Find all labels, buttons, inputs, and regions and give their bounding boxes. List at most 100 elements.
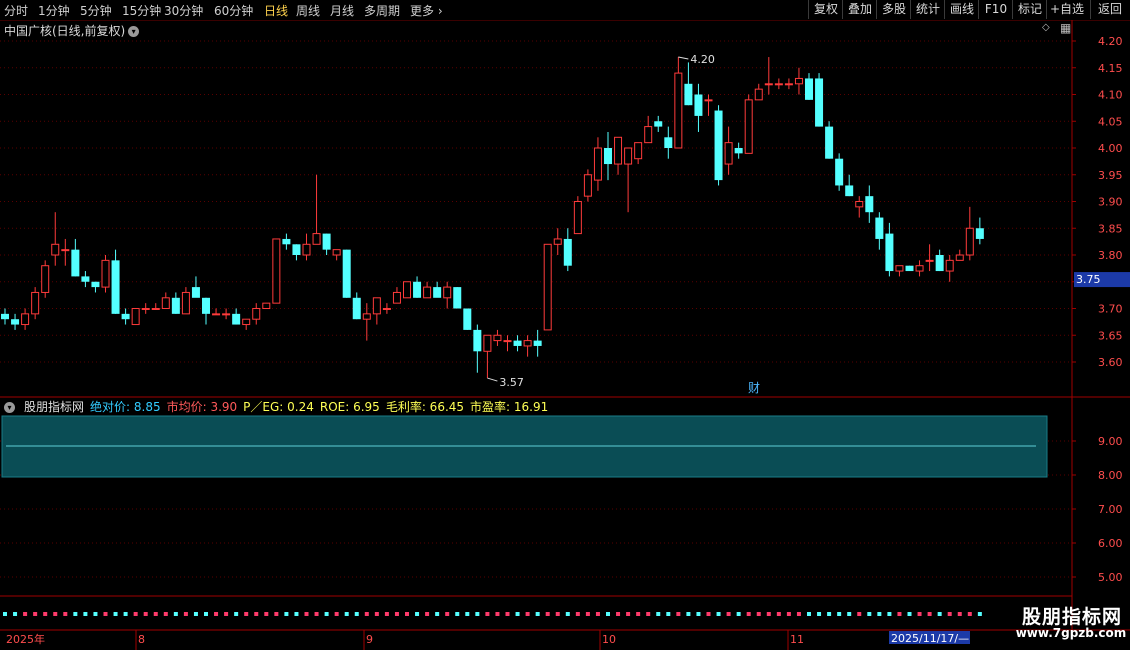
price-tick-label: 4.10 [1098,89,1123,102]
candle-body-up [915,265,924,272]
period-tab-10[interactable]: 更多 › [410,2,443,19]
candle-body-down [121,313,130,320]
strip-marker [173,612,178,616]
strip-marker [93,612,98,616]
candle-body-down [342,249,351,298]
strip-marker [234,612,239,616]
toolbar-button-5[interactable]: F10 [978,0,1013,19]
price-tick-label: 3.85 [1098,222,1123,235]
period-tab-5[interactable]: 60分钟 [214,2,253,19]
indicator-tick-label: 8.00 [1098,469,1123,482]
indicator-name: 股朋指标网 [24,400,85,414]
strip-marker [535,612,540,616]
indicator-field-2: P／EG: 0.24 [243,400,314,414]
candle-body-down [232,313,241,325]
strip-marker [887,612,892,616]
strip-marker [123,612,128,616]
period-tab-0[interactable]: 分时 [4,2,28,19]
strip-marker [967,612,972,616]
strip-marker [646,612,651,616]
strip-marker [656,612,661,616]
strip-marker [73,612,78,616]
strip-marker [13,612,18,616]
strip-marker [696,612,701,616]
price-tick-label: 3.65 [1098,329,1123,342]
kline-chart[interactable]: 4.20 4.15 4.10 4.05 4.00 3.95 3.90 3.85 3.80 3.75… [0,20,1130,650]
candle-body-up [764,83,773,86]
strip-marker [907,612,912,616]
candle-body-down [463,308,472,330]
date-axis-label: 9 [366,633,373,646]
strip-marker [53,612,58,616]
strip-marker [827,612,832,616]
strip-marker [525,612,530,616]
candle-body-up [423,286,432,299]
candle-body-up [583,174,592,197]
indicator-tick-label: 9.00 [1098,435,1123,448]
strip-marker [666,612,671,616]
cursor-date-label: 2025/11/17/— [891,632,969,645]
candle-body-up [593,147,602,181]
candle-body-down [694,94,703,116]
date-axis-label: 8 [138,633,145,646]
strip-marker [23,612,28,616]
period-tab-7[interactable]: 周线 [296,2,320,19]
candle-body-down [81,276,90,282]
candle-body-up [61,249,70,252]
strip-marker [766,612,771,616]
candle-body-up [553,238,562,245]
candle-body-up [21,313,30,326]
strip-marker [224,612,229,616]
candle-body-up [302,243,311,256]
candle-body-up [543,243,552,331]
strip-marker [636,612,641,616]
candle-body-up [784,83,793,86]
toolbar-button-4[interactable]: 画线 [944,0,979,19]
period-tab-3[interactable]: 15分钟 [122,2,161,19]
strip-marker [153,612,158,616]
toolbar-button-8[interactable]: 返回 [1090,0,1129,19]
candle-body-up [724,142,733,165]
strip-marker [857,612,862,616]
strip-marker [746,612,751,616]
strip-marker [304,612,309,616]
strip-marker [33,612,38,616]
price-tick-label: 4.05 [1098,115,1123,128]
strip-marker [425,612,430,616]
candle-body-down [975,228,984,239]
strip-marker [405,612,409,616]
toolbar-button-3[interactable]: 统计 [910,0,945,19]
period-tab-1[interactable]: 1分钟 [38,2,70,19]
toolbar-button-6[interactable]: 标记 [1012,0,1047,19]
toolbar-button-2[interactable]: 多股 [876,0,911,19]
period-tab-4[interactable]: 30分钟 [164,2,203,19]
price-tick-label: 4.20 [1098,35,1123,48]
strip-marker [626,612,631,616]
indicator-menu-icon[interactable]: ▾ [4,402,15,413]
top-toolbar: 分时 1分钟 5分钟 15分钟 30分钟 60分钟 日线 周线 月线 多周期 更多 › 复权 叠加 多股统… [0,0,1130,21]
strip-marker [515,612,520,616]
candle-body-up [483,334,492,352]
candle-body-down [815,78,824,127]
period-tab-8[interactable]: 月线 [330,2,354,19]
toolbar-button-0[interactable]: 复权 [808,0,843,19]
candle-body-up [523,340,532,347]
strip-marker [43,612,48,616]
date-axis-label: 2025年 [6,632,45,646]
price-tick-label: 3.60 [1098,356,1123,369]
toolbar-button-7[interactable]: +自选 [1046,0,1087,19]
toolbar-button-1[interactable]: 叠加 [842,0,877,19]
price-tick-label: 4.00 [1098,142,1123,155]
period-tab-9[interactable]: 多周期 [364,2,400,19]
current-price-label: 3.75 [1076,273,1101,286]
candle-body-up [161,297,170,309]
indicator-tick-label: 6.00 [1098,537,1123,550]
period-tab-6[interactable]: 日线 [264,2,288,19]
price-tick-label: 3.70 [1098,303,1123,316]
candle-body-up [855,201,864,208]
strip-marker [384,612,389,616]
strip-marker [686,612,691,616]
period-tab-2[interactable]: 5分钟 [80,2,112,19]
candle-body-up [392,291,401,304]
strip-marker [917,612,922,616]
